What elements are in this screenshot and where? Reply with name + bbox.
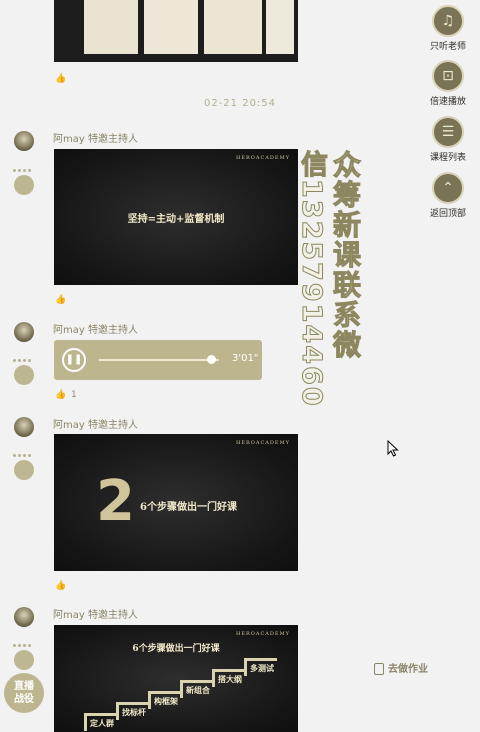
- document-page: [204, 0, 262, 54]
- avatar[interactable]: [14, 322, 34, 342]
- avatar-badge: [14, 650, 34, 670]
- homework-button[interactable]: 去做作业: [374, 660, 428, 675]
- slide-title: 坚持=主动+监督机制: [127, 214, 225, 225]
- author-line: 阿may 特邀主持人: [53, 420, 138, 431]
- slide-title: 6个步骤做出一门好课: [140, 502, 237, 513]
- like-icon[interactable]: 👍: [55, 75, 66, 84]
- audio-progress-track[interactable]: [99, 359, 219, 361]
- author-line: 阿may 特邀主持人: [53, 610, 138, 621]
- document-page: [266, 0, 294, 54]
- watermark-text: 信13257914460: [296, 150, 328, 409]
- like-icon[interactable]: 👍: [55, 582, 66, 591]
- document-page: [144, 0, 198, 54]
- headphones-icon: ♫: [441, 13, 455, 29]
- step-label: 搭大纲: [212, 669, 245, 687]
- audio-duration: 3'01": [232, 353, 259, 364]
- author-line: 阿may 特邀主持人: [53, 325, 138, 336]
- slide-title: 6个步骤做出一门好课: [132, 644, 220, 654]
- avatar-badge: [14, 365, 34, 385]
- audio-player[interactable]: ❚❚ 3'01": [54, 340, 262, 380]
- step-label: 多测试: [244, 658, 277, 676]
- author-line: 阿may 特邀主持人: [53, 134, 138, 145]
- document-slide-preview[interactable]: [54, 0, 298, 62]
- sidebar-item-back-to-top[interactable]: ⌃ 返回顶部: [430, 172, 466, 219]
- slide-number: 2: [96, 469, 135, 534]
- step-label: 定人群: [84, 713, 117, 731]
- up-arrow-icon: ⌃: [442, 180, 454, 196]
- slide-image[interactable]: HEROACADEMY 坚持=主动+监督机制: [54, 149, 298, 285]
- avatar-badge: [14, 175, 34, 195]
- avatar[interactable]: [14, 607, 34, 627]
- sidebar-item-listen-only[interactable]: ♫ 只听老师: [430, 5, 466, 52]
- slide-image[interactable]: HEROACADEMY 2 6个步骤做出一门好课: [54, 434, 298, 571]
- step-label: 找标杆: [116, 702, 149, 720]
- sidebar-item-speed[interactable]: ⊡ 倍速播放: [430, 60, 466, 107]
- watermark-text: 众筹新课联系微: [329, 150, 363, 361]
- slide-image[interactable]: HEROACADEMY 6个步骤做出一门好课 定人群 找标杆 构框架 新组合 搭大纲 多测…: [54, 625, 298, 732]
- clipboard-icon: [374, 663, 384, 675]
- like-icon[interactable]: 👍: [55, 296, 66, 305]
- sidebar-item-course-list[interactable]: ☰ 课程列表: [430, 116, 466, 163]
- timestamp: 02-21 20:54: [203, 98, 277, 109]
- pause-button[interactable]: ❚❚: [62, 348, 86, 372]
- document-page: [84, 0, 138, 54]
- like-icon[interactable]: 👍: [55, 391, 66, 400]
- speed-icon: ⊡: [442, 68, 454, 84]
- list-icon: ☰: [441, 124, 455, 140]
- avatar[interactable]: [14, 131, 34, 151]
- cursor-icon: [387, 440, 399, 457]
- avatar[interactable]: [14, 417, 34, 437]
- audio-progress-knob[interactable]: [206, 355, 216, 364]
- like-count: 1: [71, 390, 77, 400]
- avatar-badge: [14, 460, 34, 480]
- step-label: 新组合: [180, 680, 213, 698]
- live-badge[interactable]: 直播 战役: [4, 673, 44, 713]
- step-label: 构框架: [148, 691, 181, 709]
